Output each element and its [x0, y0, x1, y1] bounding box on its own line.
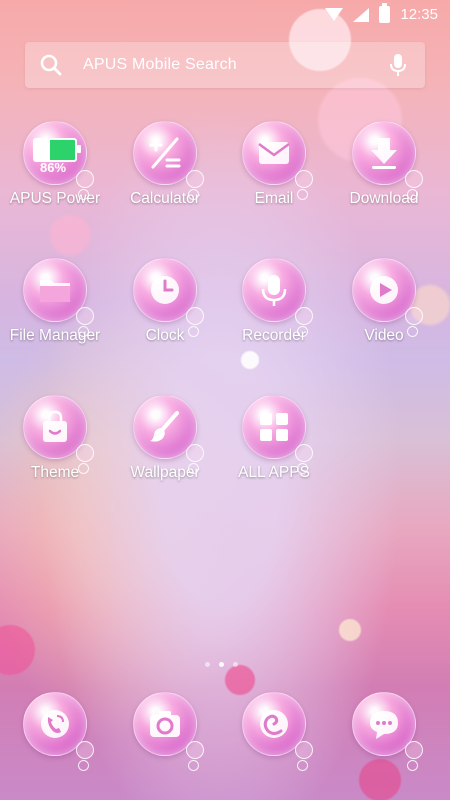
download-icon[interactable]: [352, 121, 423, 200]
battery-icon: [379, 3, 391, 23]
swirl-icon[interactable]: [242, 692, 313, 771]
app-label[interactable]: Email: [219, 190, 329, 208]
app-label[interactable]: File Manager: [0, 327, 110, 345]
paintbrush-icon[interactable]: [133, 395, 204, 474]
app-download[interactable]: Download: [329, 121, 439, 208]
search-placeholder[interactable]: APUS Mobile Search: [83, 56, 383, 74]
app-wallpaper[interactable]: Wallpaper: [110, 395, 220, 482]
app-recorder[interactable]: Recorder: [219, 258, 329, 345]
phone-icon[interactable]: [23, 692, 94, 771]
dock-phone[interactable]: [0, 692, 110, 771]
dock-camera[interactable]: [110, 692, 220, 771]
app-label[interactable]: Wallpaper: [110, 464, 220, 482]
app-label[interactable]: Download: [329, 190, 439, 208]
microphone-icon[interactable]: [383, 53, 413, 77]
search-icon[interactable]: [31, 54, 71, 76]
envelope-icon[interactable]: [242, 121, 313, 200]
page-dot[interactable]: [205, 662, 210, 667]
camera-icon[interactable]: [133, 692, 204, 771]
app-label[interactable]: Video: [329, 327, 439, 345]
battery-percent: 86%: [40, 160, 67, 175]
app-label[interactable]: APUS Power: [0, 190, 110, 208]
page-dot[interactable]: [233, 662, 238, 667]
page-dot-active[interactable]: [219, 662, 224, 667]
app-clock[interactable]: Clock: [110, 258, 220, 345]
calculator-icon[interactable]: [133, 121, 204, 200]
battery-icon[interactable]: 86%: [23, 121, 94, 200]
status-bar: 12:35: [0, 0, 450, 32]
app-label[interactable]: Theme: [0, 464, 110, 482]
app-email[interactable]: Email: [219, 121, 329, 208]
microphone-icon[interactable]: [242, 258, 313, 337]
app-label[interactable]: Recorder: [219, 327, 329, 345]
grid-icon[interactable]: [242, 395, 313, 474]
dock-browser[interactable]: [219, 692, 329, 771]
app-label[interactable]: Calculator: [110, 190, 220, 208]
wifi-icon: [325, 8, 344, 21]
signal-icon: [353, 7, 370, 22]
clock-icon[interactable]: [133, 258, 204, 337]
status-time: 12:35: [400, 6, 438, 23]
app-file-manager[interactable]: File Manager: [0, 258, 110, 345]
app-video[interactable]: Video: [329, 258, 439, 345]
status-icons: 12:35: [325, 3, 438, 23]
chat-bubble-icon[interactable]: [352, 692, 423, 771]
dock-messages[interactable]: [329, 692, 439, 771]
app-all-apps[interactable]: ALL APPS: [219, 395, 329, 482]
search-bar[interactable]: APUS Mobile Search: [25, 42, 425, 88]
page-indicator[interactable]: [205, 662, 238, 667]
folder-icon[interactable]: [23, 258, 94, 337]
app-apus-power[interactable]: 86% APUS Power: [0, 121, 110, 208]
app-calculator[interactable]: Calculator: [110, 121, 220, 208]
play-icon[interactable]: [352, 258, 423, 337]
app-theme[interactable]: Theme: [0, 395, 110, 482]
app-label[interactable]: ALL APPS: [219, 464, 329, 482]
shopping-bag-icon[interactable]: [23, 395, 94, 474]
app-label[interactable]: Clock: [110, 327, 220, 345]
